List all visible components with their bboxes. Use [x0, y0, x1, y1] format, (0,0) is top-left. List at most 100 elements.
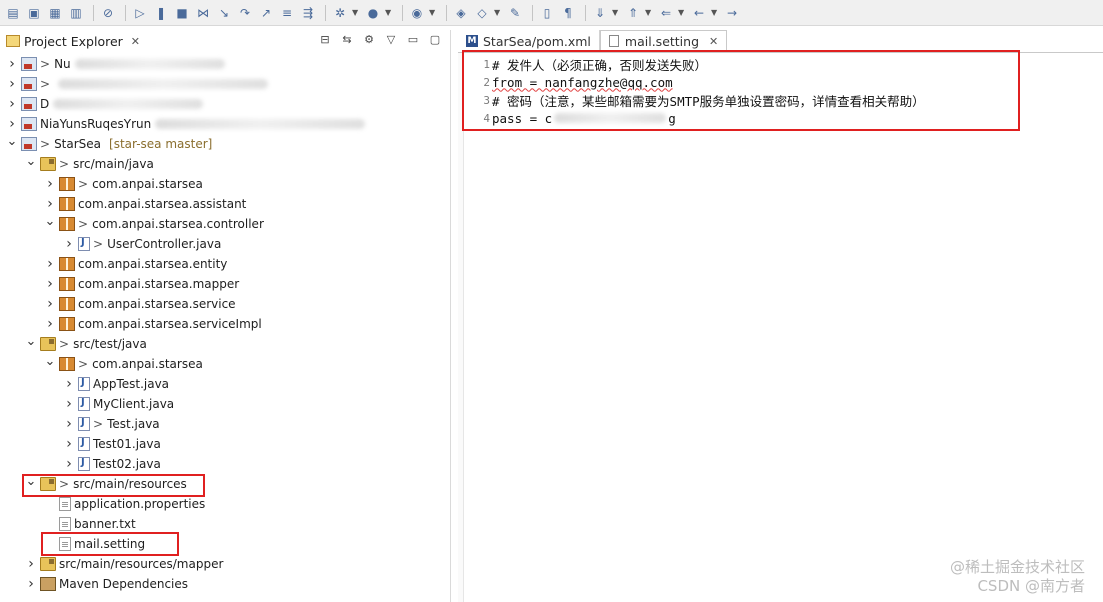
close-icon[interactable]: ✕ [709, 35, 718, 48]
chevron-right-icon[interactable]: › [25, 556, 37, 572]
tree-item[interactable]: ⌄ > src/main/java [25, 154, 154, 174]
maximize-icon[interactable]: ▢ [426, 33, 444, 46]
tree-item[interactable]: › >UserController.java [63, 234, 221, 254]
step-return-icon[interactable]: ↗ [257, 4, 275, 22]
tree-item[interactable]: ⌄ > com.anpai.starsea.controller [44, 214, 264, 234]
step-into-icon[interactable]: ↘ [215, 4, 233, 22]
chevron-right-icon[interactable]: › [6, 116, 18, 132]
chevron-down-icon[interactable]: ⌄ [44, 354, 56, 369]
link-with-editor-icon[interactable]: ⇆ [338, 33, 356, 46]
disconnect-icon[interactable]: ⋈ [194, 4, 212, 22]
chevron-right-icon[interactable]: › [44, 196, 56, 212]
terminate-icon[interactable]: ■ [173, 4, 191, 22]
tree-item[interactable]: ⌄ > src/test/java [25, 334, 147, 354]
chevron-right-icon[interactable]: › [63, 396, 75, 412]
use-step-filters-icon[interactable]: ⇶ [299, 4, 317, 22]
chevron-down-icon[interactable]: ⌄ [25, 154, 37, 169]
chevron-right-icon[interactable]: › [63, 456, 75, 472]
chevron-right-icon[interactable]: › [44, 296, 56, 312]
print-icon[interactable]: ▥ [67, 4, 85, 22]
tree-item[interactable]: › AppTest.java [63, 374, 169, 394]
tree-item[interactable]: › com.anpai.starsea.serviceImpl [44, 314, 262, 334]
save-all-icon[interactable]: ▦ [46, 4, 64, 22]
chevron-down-icon[interactable]: ▼ [385, 8, 393, 17]
chevron-right-icon[interactable]: › [6, 76, 18, 92]
tab-pom-xml[interactable]: M StarSea/pom.xml [458, 30, 600, 52]
chevron-right-icon[interactable]: › [63, 436, 75, 452]
new-java-project-icon[interactable]: ◈ [452, 4, 470, 22]
chevron-right-icon[interactable]: › [63, 376, 75, 392]
chevron-down-icon[interactable]: ⌄ [25, 474, 37, 489]
open-type-icon[interactable]: ◇ [473, 4, 491, 22]
tree-item[interactable]: › Test01.java [63, 434, 161, 454]
debug-icon[interactable]: ✲ [331, 4, 349, 22]
chevron-down-icon[interactable]: ▼ [612, 8, 620, 17]
chevron-down-icon[interactable]: ▼ [429, 8, 437, 17]
close-icon[interactable]: ✕ [131, 35, 140, 48]
tree-item[interactable]: › MyClient.java [63, 394, 174, 414]
chevron-right-icon[interactable]: › [6, 96, 18, 112]
forward-icon[interactable]: → [723, 4, 741, 22]
collapse-all-icon[interactable]: ⊟ [316, 33, 334, 46]
save-icon[interactable]: ▣ [25, 4, 43, 22]
tree-item[interactable]: mail.setting [44, 534, 145, 554]
debug-skip-icon[interactable]: ⊘ [99, 4, 117, 22]
step-over-icon[interactable]: ↷ [236, 4, 254, 22]
tree-item[interactable]: › src/main/resources/mapper [25, 554, 223, 574]
toggle-mark-icon[interactable]: ▯ [538, 4, 556, 22]
tree-item[interactable]: › > Nu [6, 54, 225, 74]
tree-item[interactable]: ⌄ > src/main/resources [25, 474, 187, 494]
suspend-icon[interactable]: ❚ [152, 4, 170, 22]
resume-icon[interactable]: ▷ [131, 4, 149, 22]
new-icon[interactable]: ▤ [4, 4, 22, 22]
watermark-line1: @稀土掘金技术社区 [949, 558, 1085, 576]
tree-item[interactable]: › Maven Dependencies [25, 574, 188, 594]
chevron-right-icon[interactable]: › [63, 236, 75, 252]
tab-mail-setting[interactable]: mail.setting ✕ [599, 30, 728, 52]
view-menu-icon[interactable]: ▽ [382, 33, 400, 46]
minimize-icon[interactable]: ▭ [404, 33, 422, 46]
filters-icon[interactable]: ⚙ [360, 33, 378, 46]
tree-item[interactable]: › NiaYunsRuqesYrun [6, 114, 366, 134]
chevron-down-icon[interactable]: ▼ [645, 8, 653, 17]
tree-item[interactable]: banner.txt [44, 514, 136, 534]
code-content[interactable]: 1 # 发件人（必须正确，否则发送失败） 2 from = nanfangzhe… [478, 55, 924, 127]
tree-item-label: com.anpai.starsea.entity [78, 257, 228, 271]
project-explorer-tab[interactable]: Project Explorer ✕ [0, 30, 147, 52]
tree-item[interactable]: › >Test.java [63, 414, 159, 434]
prev-annotation-icon[interactable]: ⇑ [624, 4, 642, 22]
tree-item[interactable]: › com.anpai.starsea.mapper [44, 274, 239, 294]
tree-item[interactable]: › D [6, 94, 204, 114]
chevron-right-icon[interactable]: › [63, 416, 75, 432]
chevron-right-icon[interactable]: › [44, 276, 56, 292]
chevron-down-icon[interactable]: ⌄ [25, 334, 37, 349]
run-external-icon[interactable]: ◉ [408, 4, 426, 22]
run-icon[interactable]: ● [364, 4, 382, 22]
chevron-down-icon[interactable]: ▼ [678, 8, 686, 17]
tree-item[interactable]: ⌄ > com.anpai.starsea [44, 354, 203, 374]
tree-item[interactable]: › > [6, 74, 269, 94]
next-annotation-icon[interactable]: ⇓ [591, 4, 609, 22]
chevron-down-icon[interactable]: ▼ [352, 8, 360, 17]
chevron-down-icon[interactable]: ⌄ [6, 134, 18, 149]
tree-item[interactable]: › Test02.java [63, 454, 161, 474]
chevron-right-icon[interactable]: › [44, 256, 56, 272]
tree-item[interactable]: › com.anpai.starsea.assistant [44, 194, 246, 214]
back-icon[interactable]: ← [690, 4, 708, 22]
chevron-right-icon[interactable]: › [44, 316, 56, 332]
chevron-right-icon[interactable]: › [6, 56, 18, 72]
chevron-down-icon[interactable]: ▼ [711, 8, 719, 17]
last-edit-icon[interactable]: ⇐ [657, 4, 675, 22]
open-task-icon[interactable]: ✎ [506, 4, 524, 22]
chevron-right-icon[interactable]: › [25, 576, 37, 592]
drop-to-frame-icon[interactable]: ≡ [278, 4, 296, 22]
tree-item[interactable]: › com.anpai.starsea.service [44, 294, 235, 314]
tree-item[interactable]: › > com.anpai.starsea [44, 174, 203, 194]
tree-item[interactable]: ⌄ > StarSea [star-sea master] [6, 134, 212, 154]
chevron-down-icon[interactable]: ⌄ [44, 214, 56, 229]
tree-item[interactable]: application.properties [44, 494, 205, 514]
show-whitespace-icon[interactable]: ¶ [559, 4, 577, 22]
chevron-right-icon[interactable]: › [44, 176, 56, 192]
tree-item[interactable]: › com.anpai.starsea.entity [44, 254, 227, 274]
chevron-down-icon[interactable]: ▼ [494, 8, 502, 17]
